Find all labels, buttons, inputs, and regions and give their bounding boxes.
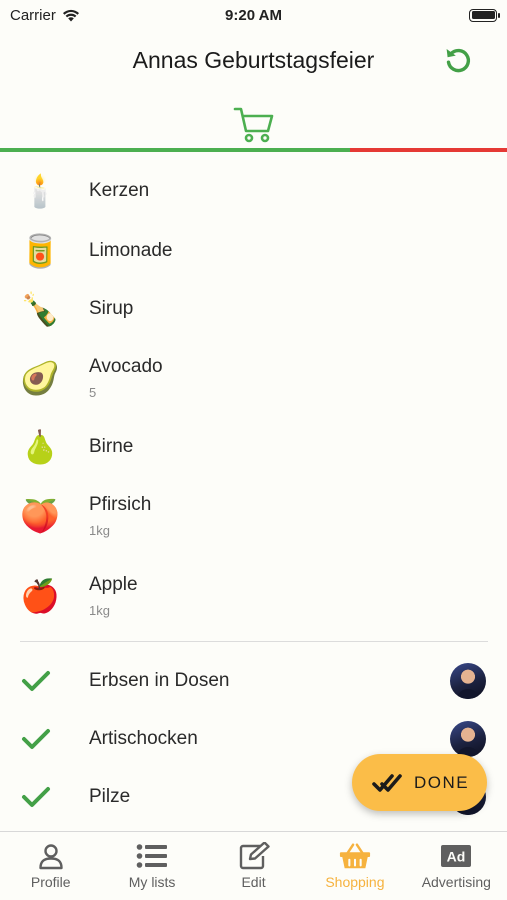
candle-icon: 🕯️ bbox=[20, 173, 60, 209]
basket-icon bbox=[339, 842, 371, 870]
item-name: Birne bbox=[89, 436, 134, 457]
item-name: Artischocken bbox=[89, 728, 198, 749]
syrup-bottle-icon: 🍾 bbox=[20, 291, 60, 327]
cart-area bbox=[0, 104, 507, 146]
progress-remaining bbox=[349, 148, 507, 152]
item-quantity: 1kg bbox=[89, 603, 110, 618]
user-avatar bbox=[450, 721, 486, 757]
peach-icon: 🍑 bbox=[20, 498, 60, 534]
shopping-list: 🕯️ Kerzen 🥫 Limonade 🍾 Sirup 🥑 Avocado 5 … bbox=[0, 160, 507, 636]
avocado-icon: 🥑 bbox=[20, 360, 60, 396]
ad-icon: Ad bbox=[440, 842, 472, 870]
progress-done bbox=[0, 148, 350, 152]
list-item[interactable]: 🥫 Limonade bbox=[0, 222, 507, 280]
page-title: Annas Geburtstagsfeier bbox=[132, 47, 375, 73]
tab-label: Profile bbox=[30, 874, 71, 890]
double-check-icon bbox=[372, 773, 402, 792]
header: Annas Geburtstagsfeier bbox=[0, 30, 507, 92]
list-divider bbox=[20, 641, 488, 642]
item-name: Apple bbox=[89, 574, 138, 595]
checkmark-icon bbox=[20, 723, 52, 755]
tab-edit[interactable]: Edit bbox=[203, 832, 304, 900]
done-list-item[interactable]: Erbsen in Dosen bbox=[0, 651, 507, 710]
item-name: Pilze bbox=[89, 786, 131, 807]
tab-my-lists[interactable]: My lists bbox=[101, 832, 202, 900]
item-name: Limonade bbox=[89, 240, 173, 261]
edit-icon bbox=[238, 842, 270, 870]
tab-label: My lists bbox=[128, 874, 176, 890]
tab-label: Edit bbox=[241, 874, 266, 890]
person-icon bbox=[35, 842, 67, 870]
done-button-label: DONE bbox=[414, 772, 470, 792]
checkmark-icon bbox=[20, 781, 52, 813]
tab-profile[interactable]: Profile bbox=[0, 832, 101, 900]
item-quantity: 5 bbox=[89, 385, 97, 400]
item-name: Kerzen bbox=[89, 180, 150, 201]
reset-button[interactable] bbox=[441, 42, 475, 76]
item-name: Erbsen in Dosen bbox=[89, 669, 230, 691]
status-bar: Carrier 9:20 AM bbox=[0, 0, 507, 30]
undo-icon bbox=[446, 48, 471, 73]
apple-icon: 🍎 bbox=[20, 578, 60, 614]
tab-shopping[interactable]: Shopping bbox=[304, 832, 405, 900]
item-quantity: 1kg bbox=[89, 523, 110, 538]
checkmark-icon bbox=[20, 665, 52, 697]
list-item[interactable]: 🕯️ Kerzen bbox=[0, 160, 507, 222]
done-button[interactable]: DONE bbox=[352, 754, 487, 811]
list-item[interactable]: 🍾 Sirup bbox=[0, 280, 507, 338]
soda-can-icon: 🥫 bbox=[20, 233, 60, 269]
list-icon bbox=[136, 842, 168, 870]
cart-icon bbox=[233, 107, 273, 143]
status-left: Carrier bbox=[10, 7, 80, 24]
tab-label: Shopping bbox=[325, 874, 385, 890]
item-name: Avocado bbox=[89, 356, 163, 377]
cart-button[interactable] bbox=[232, 104, 276, 146]
carrier-label: Carrier bbox=[10, 6, 56, 24]
progress-bar bbox=[0, 148, 507, 152]
list-item[interactable]: 🍐 Birne bbox=[0, 418, 507, 476]
list-item[interactable]: 🥑 Avocado 5 bbox=[0, 338, 507, 418]
tab-bar: Profile My lists Edit Shopping Ad Advert… bbox=[0, 831, 507, 900]
svg-text:Ad: Ad bbox=[447, 849, 466, 865]
battery-icon bbox=[469, 8, 500, 22]
pear-icon: 🍐 bbox=[20, 429, 60, 465]
wifi-icon bbox=[62, 9, 79, 21]
list-item[interactable]: 🍎 Apple 1kg bbox=[0, 556, 507, 636]
user-avatar bbox=[450, 662, 486, 699]
item-name: Pfirsich bbox=[89, 494, 152, 515]
tab-label: Advertising bbox=[421, 874, 491, 890]
list-item[interactable]: 🍑 Pfirsich 1kg bbox=[0, 476, 507, 556]
item-name: Sirup bbox=[89, 298, 134, 319]
tab-advertising[interactable]: Ad Advertising bbox=[406, 832, 507, 900]
